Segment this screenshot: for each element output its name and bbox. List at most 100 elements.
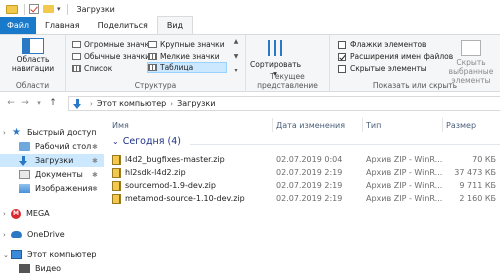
qat-dropdown-icon[interactable]: ▾ (57, 5, 61, 13)
nav-onedrive[interactable]: › OneDrive (0, 228, 104, 241)
view-medium-icons[interactable]: Обычные значки (72, 51, 150, 62)
collapse-chevron-icon[interactable]: ⌄ (112, 137, 119, 146)
view-extra-large-icons[interactable]: Огромные значки (72, 39, 154, 50)
recent-dropdown-icon[interactable]: ▾ (32, 96, 46, 110)
checkbox-checked[interactable] (338, 52, 346, 61)
navigation-pane-button[interactable]: Область навигации (6, 35, 60, 73)
qat-separator (24, 3, 25, 15)
file-type: Архив ZIP - WinR... (366, 194, 443, 203)
tab-view[interactable]: Вид (156, 16, 194, 34)
view-details-label: Таблица (160, 63, 194, 72)
file-row[interactable]: l4d2_bugfixes-master.zip 02.07.2019 0:04… (104, 153, 500, 166)
nav-downloads-label: Загрузки (35, 156, 74, 165)
nav-quick-access-label: Быстрый доступ (27, 128, 97, 137)
file-type: Архив ZIP - WinR... (366, 181, 443, 190)
file-row[interactable]: metamod-source-1.10-dev.zip 02.07.2019 2… (104, 192, 500, 205)
sort-by-label: Сортировать (250, 60, 301, 69)
nav-quick-access[interactable]: › ★ Быстрый доступ (0, 126, 104, 139)
file-type: Архив ZIP - WinR... (366, 168, 443, 177)
downloads-location-icon (73, 98, 82, 109)
nav-pictures[interactable]: Изображения ✱ (0, 182, 104, 195)
file-name: sourcemod-1.9-dev.zip (125, 181, 216, 190)
file-size: 9 711 КБ (459, 181, 496, 190)
checkbox[interactable] (338, 64, 346, 73)
title-bar: ▾ Загрузки (0, 0, 500, 18)
forward-arrow-icon[interactable]: → (18, 96, 32, 110)
checkbox[interactable] (338, 40, 346, 49)
tab-share[interactable]: Поделиться (89, 17, 157, 34)
expand-chevron-icon[interactable]: › (3, 210, 11, 218)
hide-selected-button[interactable]: Скрыть выбранные элементы (442, 35, 500, 85)
column-separator[interactable] (272, 118, 273, 132)
nav-mega-label: MEGA (26, 209, 50, 218)
column-size[interactable]: Размер (446, 118, 498, 132)
back-arrow-icon[interactable]: ← (4, 96, 18, 110)
properties-check-icon[interactable] (29, 4, 39, 14)
chevron-up-icon[interactable]: ▲ (234, 38, 239, 45)
new-folder-icon[interactable] (43, 5, 54, 13)
nav-videos[interactable]: Видео (0, 262, 104, 275)
view-list[interactable]: Список (72, 63, 112, 74)
expand-chevron-icon[interactable]: › (3, 129, 11, 137)
tab-file[interactable]: Файл (0, 17, 36, 34)
group-header-label: Сегодня (4) (122, 136, 181, 147)
view-large-icons[interactable]: Крупные значки (148, 39, 225, 50)
file-name: hl2sdk-l4d2.zip (125, 168, 186, 177)
group-header-today[interactable]: ⌄ Сегодня (4) (112, 136, 181, 147)
item-checkboxes-toggle[interactable]: Флажки элементов (338, 39, 426, 50)
star-icon: ★ (12, 127, 21, 138)
group-show-hide-label: Показать или скрыть (372, 81, 458, 90)
nav-desktop-label: Рабочий стол (35, 142, 92, 151)
pin-icon: ✱ (92, 170, 98, 179)
nav-desktop[interactable]: Рабочий стол ✱ (0, 140, 104, 153)
nav-documents[interactable]: Документы ✱ (0, 168, 104, 181)
computer-icon (11, 250, 22, 259)
column-name[interactable]: Имя (112, 118, 272, 132)
file-row[interactable]: hl2sdk-l4d2.zip 02.07.2019 2:19 Архив ZI… (104, 166, 500, 179)
file-date: 02.07.2019 2:19 (276, 181, 343, 190)
column-date-modified[interactable]: Дата изменения (276, 118, 364, 132)
file-name-cell[interactable]: hl2sdk-l4d2.zip (112, 166, 186, 179)
group-structure: Огромные значки Крупные значки Обычные з… (66, 35, 246, 92)
file-name-cell[interactable]: metamod-source-1.10-dev.zip (112, 192, 245, 205)
file-row[interactable]: sourcemod-1.9-dev.zip 02.07.2019 2:19 Ар… (104, 179, 500, 192)
view-small-icons-label: Мелкие значки (160, 52, 220, 61)
tab-home[interactable]: Главная (36, 17, 89, 34)
view-small-icons[interactable]: Мелкие значки (148, 51, 220, 62)
column-separator[interactable] (442, 118, 443, 132)
zip-archive-icon (112, 167, 121, 178)
desktop-folder-icon (19, 142, 30, 151)
zip-archive-icon (112, 180, 121, 191)
column-type[interactable]: Тип (366, 118, 442, 132)
chevron-down-icon[interactable]: ▼ (234, 53, 239, 60)
file-list: Имя Дата изменения Тип Размер ⌄ Сегодня … (104, 114, 500, 272)
expand-chevron-icon[interactable]: › (3, 231, 11, 239)
file-extensions-toggle[interactable]: Расширения имен файлов (338, 51, 453, 62)
group-divider (190, 144, 500, 145)
pin-icon: ✱ (92, 184, 98, 193)
nav-documents-label: Документы (35, 170, 83, 179)
nav-downloads[interactable]: Загрузки ✱ (0, 154, 104, 167)
file-date: 02.07.2019 2:19 (276, 168, 343, 177)
file-name-cell[interactable]: sourcemod-1.9-dev.zip (112, 179, 216, 192)
up-arrow-icon[interactable]: ↑ (46, 96, 60, 110)
column-separator[interactable] (362, 118, 363, 132)
expand-icon[interactable]: ▾ (234, 67, 237, 74)
hidden-items-toggle[interactable]: Скрытые элементы (338, 63, 427, 74)
breadcrumb-separator-icon[interactable]: › (170, 100, 173, 108)
breadcrumb-this-pc[interactable]: Этот компьютер (97, 99, 166, 108)
collapse-chevron-icon[interactable]: ⌄ (3, 251, 11, 259)
nav-mega[interactable]: › M MEGA (0, 207, 104, 220)
breadcrumb-separator-icon[interactable]: › (90, 100, 93, 108)
view-details[interactable]: Таблица (147, 62, 227, 73)
pin-icon: ✱ (92, 156, 98, 165)
mega-icon: M (11, 208, 21, 219)
file-name: l4d2_bugfixes-master.zip (125, 155, 225, 164)
breadcrumb-downloads[interactable]: Загрузки (177, 99, 215, 108)
qat-separator-2 (66, 3, 68, 15)
file-name-cell[interactable]: l4d2_bugfixes-master.zip (112, 153, 225, 166)
layout-scroll[interactable]: ▲ ▼ ▾ (232, 38, 240, 74)
nav-this-pc[interactable]: ⌄ Этот компьютер (0, 248, 104, 261)
large-icons-icon (148, 41, 157, 48)
address-bar[interactable]: › Этот компьютер › Загрузки (68, 96, 500, 111)
